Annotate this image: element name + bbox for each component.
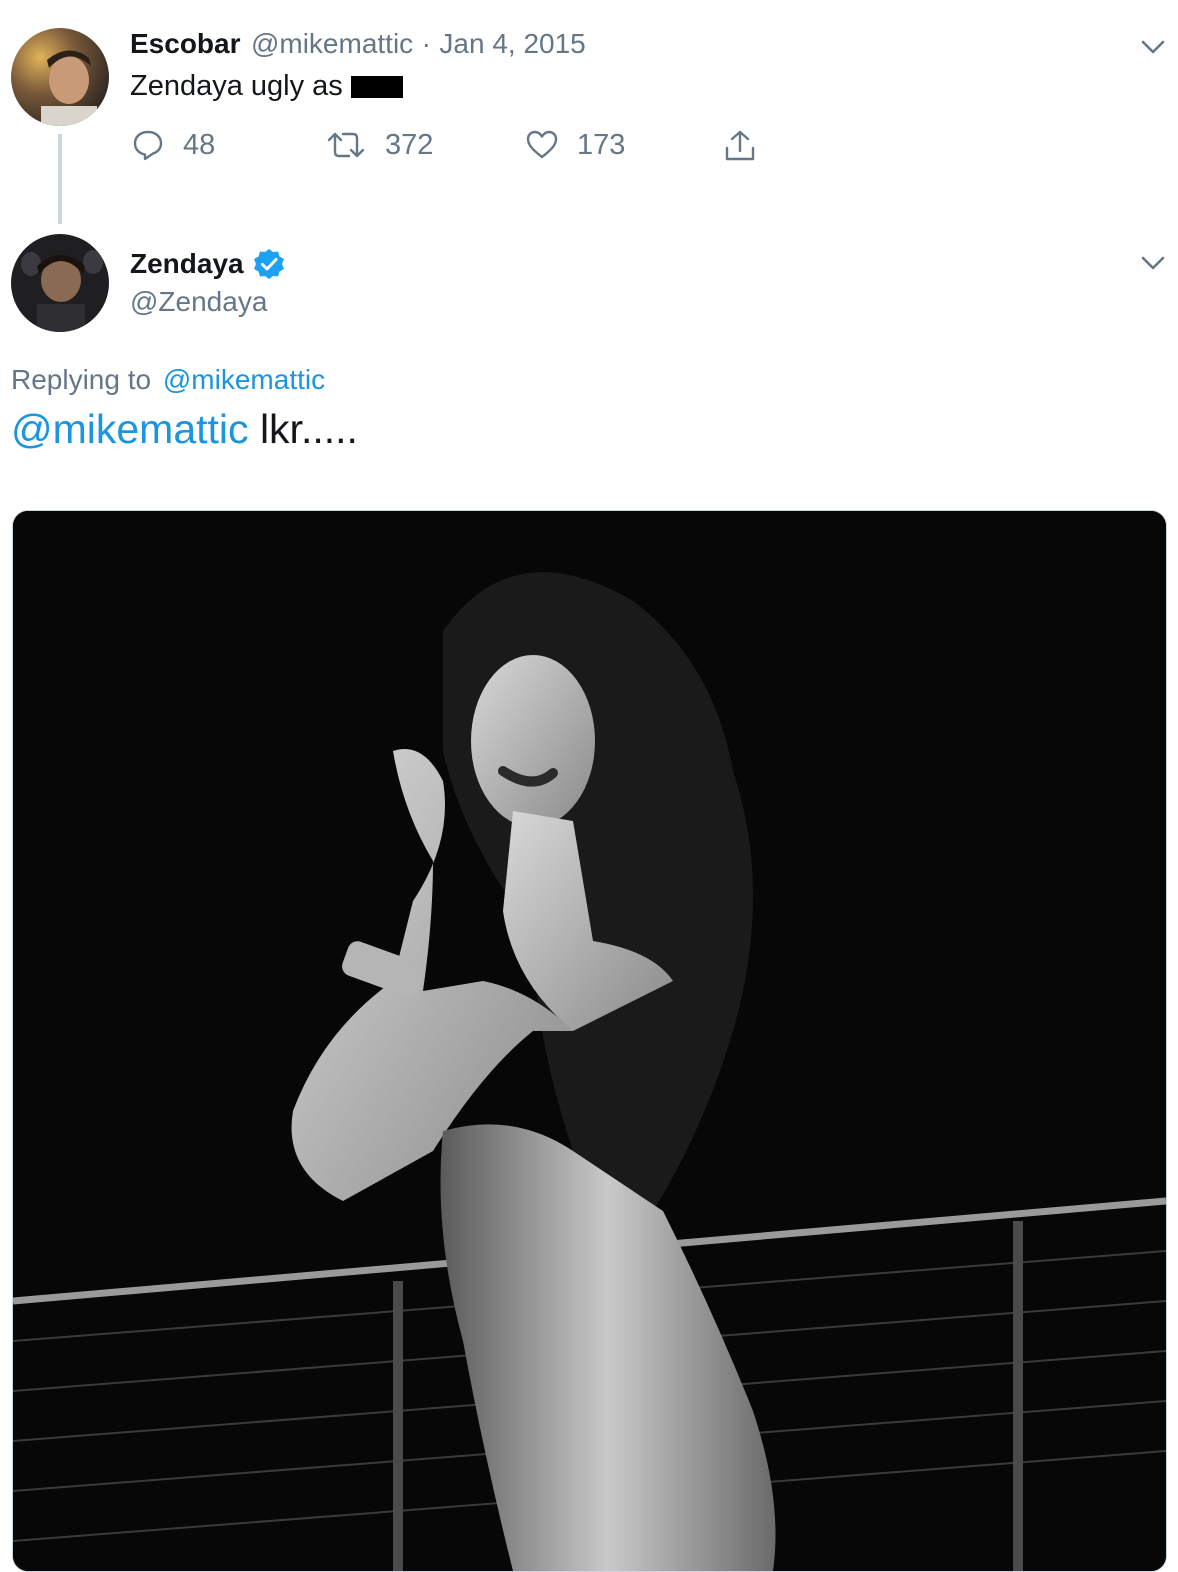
tweet-photo[interactable] [12,510,1167,1572]
tweet1-author-name[interactable]: Escobar [130,28,241,59]
share-button[interactable] [722,128,758,164]
retweet-icon [327,132,365,158]
replying-to-link[interactable]: @mikemattic [163,364,325,395]
replying-to-label: Replying to [11,364,152,395]
reply-button[interactable]: 48 [131,128,215,162]
tweet1-text: Zendaya ugly as [130,70,343,102]
like-button[interactable]: 173 [525,128,625,162]
tweet1-date[interactable]: Jan 4, 2015 [439,28,585,59]
reply-icon [133,130,163,161]
tweet2-author-name[interactable]: Zendaya [130,248,244,280]
chevron-down-icon [1141,256,1165,270]
retweet-button[interactable]: 372 [325,128,433,162]
thread-connector [58,134,62,224]
avatar-zendaya[interactable] [11,234,109,332]
tweet2-author-handle[interactable]: @Zendaya [130,286,267,318]
like-count: 173 [577,128,626,161]
tweet1-separator: · [421,28,431,59]
reply-count: 48 [183,128,216,161]
mention-link[interactable]: @mikemattic [11,406,249,452]
chevron-down-icon [1141,40,1165,54]
heart-icon [526,130,558,159]
verified-badge-icon [253,249,284,279]
retweet-count: 372 [385,128,434,161]
share-icon [725,130,755,161]
avatar-escobar[interactable] [11,28,109,126]
tweet1-more-button[interactable] [1138,32,1168,67]
redaction-bar [350,75,403,98]
tweet2-more-button[interactable] [1138,248,1168,283]
tweet1-author-handle[interactable]: @mikemattic [251,28,413,59]
tweet2-text: lkr..... [259,406,358,452]
